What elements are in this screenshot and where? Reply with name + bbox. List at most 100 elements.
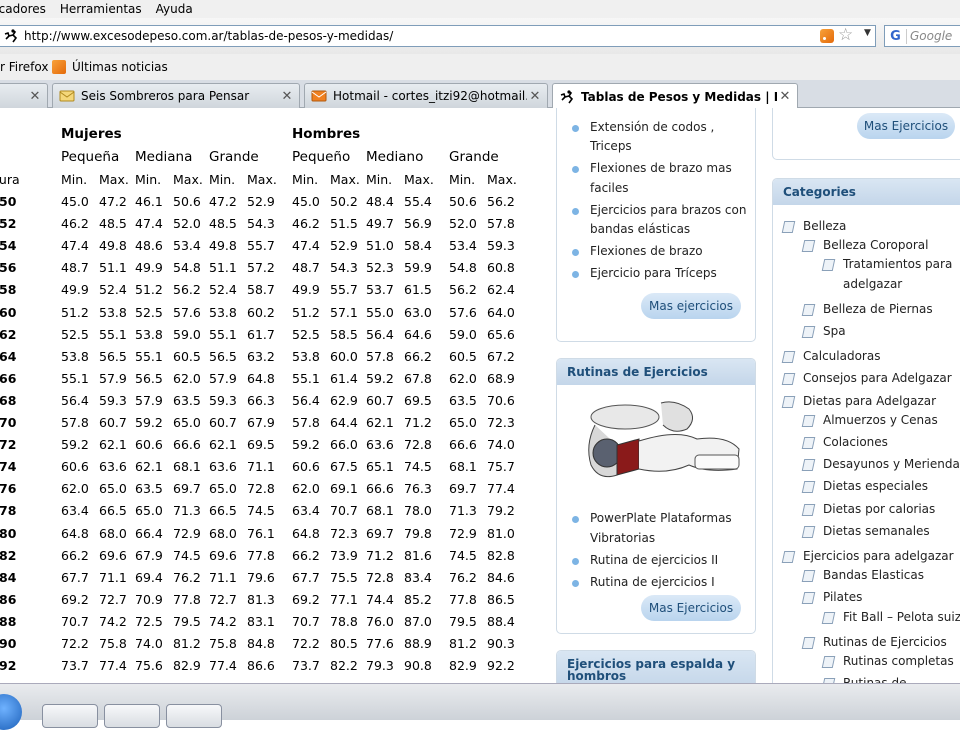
bookmark-ultimas-noticias[interactable]: Últimas noticias bbox=[72, 60, 168, 74]
category-link[interactable]: Desayunos y Meriendas bbox=[823, 457, 960, 471]
table-cell: 51.2 bbox=[135, 282, 163, 298]
category-link[interactable]: Belleza bbox=[803, 219, 846, 233]
link-triceps[interactable]: Ejercicio para Tríceps bbox=[590, 264, 717, 283]
navigation-toolbar: http://www.excesodepeso.com.ar/tablas-de… bbox=[0, 18, 960, 54]
taskbar-app-button[interactable] bbox=[166, 704, 222, 728]
menu-herramientas[interactable]: Herramientas bbox=[60, 2, 142, 16]
tab-hotmail[interactable]: Hotmail - cortes_itzi92@hotmail.co... ✕ bbox=[304, 83, 548, 108]
table-cell: 48.6 bbox=[135, 238, 163, 254]
tab-tablas-de-pesos[interactable]: Tablas de Pesos y Medidas | Exces... ✕ bbox=[552, 83, 798, 109]
table-cell: 47.4 bbox=[61, 238, 89, 254]
category-link[interactable]: Spa bbox=[823, 324, 846, 338]
category-link[interactable]: Calculadoras bbox=[803, 349, 880, 363]
category-link[interactable]: Colaciones bbox=[823, 435, 888, 449]
table-cell: 54.3 bbox=[247, 216, 275, 232]
category-link[interactable]: Ejercicios para adelgazar bbox=[803, 549, 954, 563]
close-icon[interactable]: ✕ bbox=[279, 89, 295, 104]
table-cell: 56.2 bbox=[173, 282, 201, 298]
page-icon bbox=[801, 570, 816, 582]
height-value: 76 bbox=[0, 481, 17, 497]
category-link[interactable]: Pilates bbox=[823, 590, 862, 604]
table-cell: 66.3 bbox=[247, 392, 275, 408]
table-cell: 63.4 bbox=[61, 503, 89, 519]
category-link[interactable]: Dietas especiales bbox=[823, 479, 928, 493]
mas-ejercicios-button-2[interactable]: Mas Ejercicios bbox=[641, 595, 741, 621]
link-powerplate-2[interactable]: Vibratorias bbox=[590, 529, 655, 548]
link-flexiones-brazo[interactable]: Flexiones de brazo bbox=[590, 242, 703, 261]
category-link[interactable]: adelgazar bbox=[843, 277, 902, 291]
category-link[interactable]: Consejos para Adelgazar bbox=[803, 371, 952, 385]
bookmarks-toolbar: r Firefox Últimas noticias bbox=[0, 54, 960, 80]
table-cell: 72.5 bbox=[135, 613, 163, 629]
sidebar-mas-ejercicios-button[interactable]: Mas Ejercicios bbox=[857, 113, 955, 139]
category-link[interactable]: Bandas Elasticas bbox=[823, 568, 924, 582]
menu-bar: rcadores Herramientas Ayuda bbox=[0, 0, 960, 18]
close-icon[interactable]: ✕ bbox=[777, 89, 793, 104]
height-value: 56 bbox=[0, 260, 17, 276]
category-link[interactable]: Belleza de Piernas bbox=[823, 302, 933, 316]
table-cell: 64.8 bbox=[247, 370, 275, 386]
category-link[interactable]: Dietas semanales bbox=[823, 524, 930, 538]
link-flexiones-faciles-2[interactable]: faciles bbox=[590, 179, 628, 198]
link-bandas-elasticas[interactable]: Ejercicios para brazos con bbox=[590, 201, 746, 220]
category-link[interactable]: Dietas para Adelgazar bbox=[803, 394, 936, 408]
bookmark-firefox[interactable]: r Firefox bbox=[0, 60, 48, 74]
page-icon bbox=[801, 415, 816, 427]
table-cell: 79.5 bbox=[449, 613, 477, 629]
table-cell: 69.4 bbox=[135, 569, 163, 585]
link-extension-codos-2[interactable]: Triceps bbox=[590, 137, 632, 156]
table-cell: 47.4 bbox=[292, 238, 320, 254]
table-cell: 84.8 bbox=[247, 636, 275, 651]
table-cell: 51.2 bbox=[292, 304, 320, 320]
bookmark-star-icon[interactable]: ☆ bbox=[838, 25, 853, 45]
category-link[interactable]: Almuerzos y Cenas bbox=[823, 413, 938, 427]
taskbar-word-button[interactable] bbox=[42, 704, 98, 728]
link-rutina-i[interactable]: Rutina de ejercicios I bbox=[590, 573, 715, 592]
tab-tablas-label: Tablas de Pesos y Medidas | Exces... bbox=[581, 89, 777, 104]
category-link[interactable]: Rutinas completas bbox=[843, 654, 954, 668]
rss-feed-icon[interactable] bbox=[820, 29, 834, 43]
url-dropdown-icon[interactable]: ▼ bbox=[864, 28, 871, 38]
table-cell: 54.8 bbox=[449, 260, 477, 276]
tab-0[interactable]: ✕ bbox=[0, 83, 48, 108]
search-engine-icon[interactable]: G bbox=[885, 28, 907, 44]
tab-seis-sombreros[interactable]: Seis Sombreros para Pensar ✕ bbox=[52, 83, 300, 108]
table-cell: 77.8 bbox=[247, 547, 275, 563]
category-link[interactable]: Fit Ball – Pelota suiza bbox=[843, 610, 960, 624]
category-link[interactable]: Tratamientos para bbox=[843, 257, 952, 271]
table-cell: 81.2 bbox=[173, 636, 201, 651]
table-cell: 64.6 bbox=[404, 326, 432, 342]
table-cell: 55.7 bbox=[330, 282, 358, 298]
size-header: Grande bbox=[449, 149, 499, 165]
category-link[interactable]: Rutinas de Ejercicios bbox=[823, 635, 947, 649]
url-bar[interactable]: http://www.excesodepeso.com.ar/tablas-de… bbox=[0, 25, 876, 47]
size-header: Mediano bbox=[366, 149, 424, 165]
height-value: 62 bbox=[0, 326, 17, 342]
search-box[interactable]: G Google bbox=[884, 25, 960, 47]
mas-ejercicios-button[interactable]: Mas ejercicios bbox=[641, 293, 741, 319]
link-bandas-elasticas-2[interactable]: bandas elásticas bbox=[590, 220, 690, 239]
height-value: 54 bbox=[0, 238, 17, 254]
start-orb-icon[interactable] bbox=[0, 694, 22, 730]
menu-marcadores[interactable]: rcadores bbox=[0, 2, 46, 16]
category-link[interactable]: Belleza Coroporal bbox=[823, 238, 928, 252]
table-cell: 49.9 bbox=[61, 282, 89, 298]
table-cell: 59.2 bbox=[61, 437, 89, 453]
category-link[interactable]: Rutinas de bbox=[843, 676, 906, 683]
link-rutina-ii[interactable]: Rutina de ejercicios II bbox=[590, 551, 718, 570]
table-cell: 60.7 bbox=[209, 415, 237, 430]
link-extension-codos[interactable]: Extensión de codos , bbox=[590, 118, 714, 137]
close-icon[interactable]: ✕ bbox=[527, 89, 543, 104]
taskbar-firefox-button[interactable] bbox=[104, 704, 160, 728]
table-cell: 55.1 bbox=[135, 348, 163, 364]
close-icon[interactable]: ✕ bbox=[27, 89, 43, 104]
table-cell: 79.5 bbox=[173, 613, 201, 629]
page-icon bbox=[801, 504, 816, 516]
link-flexiones-faciles[interactable]: Flexiones de brazo mas bbox=[590, 159, 732, 178]
menu-ayuda[interactable]: Ayuda bbox=[156, 2, 193, 16]
table-cell: 52.3 bbox=[366, 260, 394, 276]
link-powerplate[interactable]: PowerPlate Plataformas bbox=[590, 509, 732, 528]
category-link[interactable]: Dietas por calorias bbox=[823, 502, 935, 516]
table-cell: 53.4 bbox=[173, 238, 201, 254]
table-cell: 52.0 bbox=[173, 216, 201, 232]
